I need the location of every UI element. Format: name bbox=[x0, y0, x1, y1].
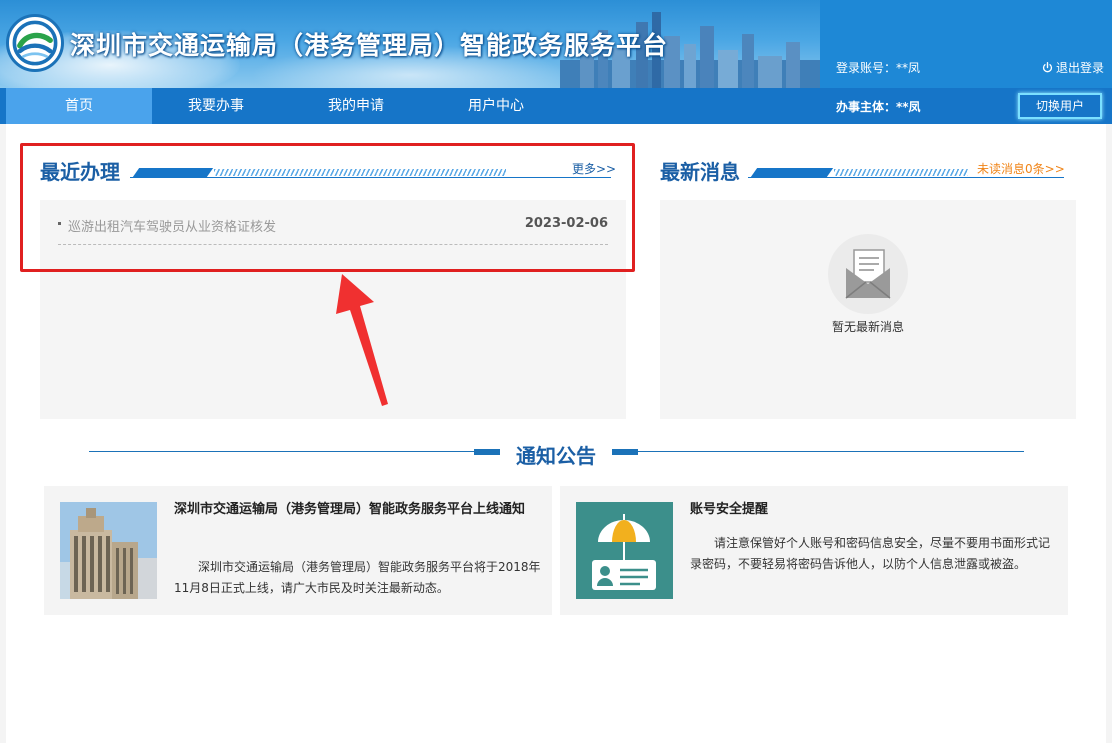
power-icon bbox=[1042, 62, 1053, 73]
notice-title: 通知公告 bbox=[516, 444, 596, 468]
nav-item-apply[interactable]: 我要办事 bbox=[143, 88, 289, 124]
notice-card-title[interactable]: 账号安全提醒 bbox=[690, 497, 1055, 523]
annotation-arrow bbox=[336, 274, 388, 406]
notice-card-body: 请注意保管好个人账号和密码信息安全，尽量不要用书面形式记录密码，不要轻易将密码告… bbox=[690, 536, 1051, 571]
site-title: 深圳市交通运输局（港务管理局）智能政务服务平台 bbox=[70, 31, 669, 60]
notice-card-title[interactable]: 深圳市交通运输局（港务管理局）智能政务服务平台上线通知 bbox=[174, 497, 539, 523]
notice-card-body: 深圳市交通运输局（港务管理局）智能政务服务平台将于2018年11月8日正式上线，… bbox=[174, 560, 541, 595]
umbrella-id-card-icon bbox=[576, 502, 673, 599]
bureau-logo bbox=[6, 14, 64, 72]
nav-item-user-center[interactable]: 用户中心 bbox=[423, 88, 569, 124]
notice-divider bbox=[474, 449, 500, 455]
logout-label: 退出登录 bbox=[1056, 61, 1105, 75]
messages-title: 最新消息 bbox=[660, 160, 740, 184]
page-gutter bbox=[1106, 124, 1112, 743]
building-photo bbox=[60, 502, 157, 599]
notice-divider bbox=[89, 451, 474, 452]
envelope-icon bbox=[828, 234, 908, 314]
main-nav: 首页 我要办事 我的申请 用户中心 bbox=[0, 88, 1112, 124]
nav-item-home[interactable]: 首页 bbox=[6, 88, 152, 124]
subject-label: 办事主体：**凤 bbox=[836, 100, 921, 114]
switch-user-button[interactable]: 切换用户 bbox=[1018, 93, 1102, 119]
site-header: 深圳市交通运输局（港务管理局）智能政务服务平台 bbox=[0, 0, 1112, 88]
unread-messages-link[interactable]: 未读消息0条>> bbox=[977, 160, 1065, 177]
highlight-box bbox=[20, 143, 635, 272]
nav-item-my-applications[interactable]: 我的申请 bbox=[283, 88, 429, 124]
logout-button[interactable]: 退出登录 bbox=[1042, 59, 1104, 76]
notice-card[interactable]: 账号安全提醒 请注意保管好个人账号和密码信息安全，尽量不要用书面形式记录密码，不… bbox=[560, 486, 1068, 615]
notice-card[interactable]: 深圳市交通运输局（港务管理局）智能政务服务平台上线通知 深圳市交通运输局（港务管… bbox=[44, 486, 552, 615]
notice-divider bbox=[638, 451, 1024, 452]
account-label: 登录账号：**凤 bbox=[836, 61, 921, 75]
page-gutter bbox=[0, 124, 6, 743]
empty-messages-text: 暂无最新消息 bbox=[831, 320, 904, 334]
notice-divider bbox=[612, 449, 638, 455]
